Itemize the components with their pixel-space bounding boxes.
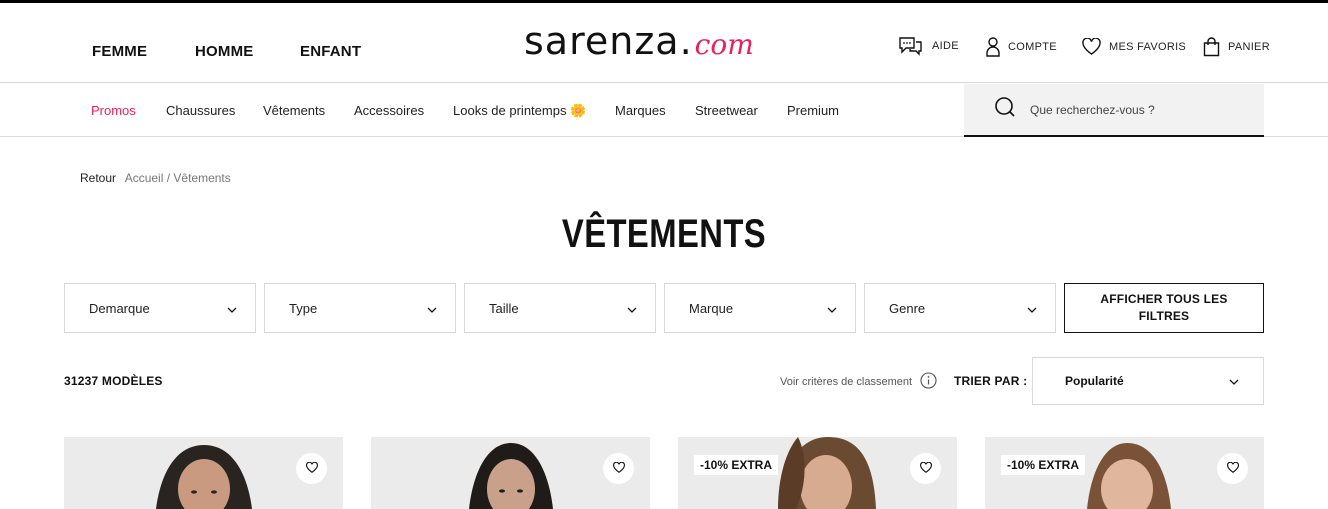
chevron-down-icon bbox=[427, 301, 437, 316]
heart-icon bbox=[612, 460, 625, 478]
page-title: VÊTEMENTS bbox=[561, 212, 767, 256]
favorites-link[interactable]: MES FAVORIS bbox=[1082, 38, 1186, 55]
help-link[interactable]: AIDE bbox=[897, 36, 959, 56]
chevron-down-icon bbox=[827, 301, 837, 316]
nav-chaussures[interactable]: Chaussures bbox=[166, 103, 235, 118]
cart-label: PANIER bbox=[1228, 41, 1270, 53]
ranking-criteria-label: Voir critères de classement bbox=[780, 376, 913, 388]
filter-marque[interactable]: Marque bbox=[664, 283, 856, 333]
filter-label: Genre bbox=[889, 300, 926, 316]
nav-femme[interactable]: FEMME bbox=[92, 43, 147, 60]
heart-icon bbox=[1082, 38, 1101, 55]
user-icon bbox=[986, 37, 1000, 57]
nav-homme[interactable]: HOMME bbox=[195, 43, 254, 60]
filter-label: Type bbox=[289, 300, 318, 316]
chevron-down-icon bbox=[627, 301, 637, 316]
add-to-favorites-button[interactable] bbox=[910, 453, 941, 484]
logo-com-text: com bbox=[694, 28, 754, 61]
product-card[interactable] bbox=[371, 437, 650, 509]
nav-accessoires[interactable]: Accessoires bbox=[354, 103, 424, 118]
filter-label: Demarque bbox=[89, 300, 150, 316]
product-card[interactable]: -10% EXTRA bbox=[985, 437, 1264, 509]
filter-genre[interactable]: Genre bbox=[864, 283, 1056, 333]
site-header: FEMME HOMME ENFANT sarenza. com AIDE COM… bbox=[0, 3, 1328, 83]
sort-label: TRIER PAR : bbox=[954, 374, 1028, 388]
account-link[interactable]: COMPTE bbox=[986, 37, 1057, 57]
nav-marques[interactable]: Marques bbox=[615, 103, 666, 118]
discount-badge: -10% EXTRA bbox=[1001, 455, 1086, 475]
breadcrumb-back[interactable]: Retour bbox=[80, 171, 116, 185]
search-input[interactable] bbox=[1030, 102, 1250, 117]
logo-text: sarenza. bbox=[524, 19, 693, 63]
breadcrumb-home[interactable]: Accueil bbox=[125, 171, 164, 185]
sort-value: Popularité bbox=[1065, 374, 1124, 388]
product-card[interactable] bbox=[64, 437, 343, 509]
search-bar[interactable] bbox=[964, 84, 1264, 137]
nav-vetements[interactable]: Vêtements bbox=[263, 103, 325, 118]
show-all-filters-button[interactable]: AFFICHER TOUS LES FILTRES bbox=[1064, 283, 1264, 333]
help-label: AIDE bbox=[932, 40, 959, 52]
results-count: 31237 MODÈLES bbox=[64, 374, 163, 388]
nav-looks-printemps[interactable]: Looks de printemps 🌼 bbox=[453, 103, 586, 119]
heart-icon bbox=[305, 460, 318, 478]
cart-link[interactable]: PANIER bbox=[1203, 37, 1270, 57]
breadcrumb-current: / Vêtements bbox=[166, 171, 231, 185]
category-nav: Promos Chaussures Vêtements Accessoires … bbox=[0, 84, 1328, 137]
filter-taille[interactable]: Taille bbox=[464, 283, 656, 333]
filter-type[interactable]: Type bbox=[264, 283, 456, 333]
site-logo[interactable]: sarenza. com bbox=[524, 21, 754, 61]
filter-demarque[interactable]: Demarque bbox=[64, 283, 256, 333]
info-icon bbox=[920, 372, 937, 392]
product-card[interactable]: -10% EXTRA bbox=[678, 437, 957, 509]
chat-bubble-icon bbox=[897, 36, 924, 56]
favorites-label: MES FAVORIS bbox=[1109, 40, 1187, 53]
sort-select[interactable]: Popularité bbox=[1032, 357, 1264, 405]
discount-badge: -10% EXTRA bbox=[694, 455, 779, 475]
heart-icon bbox=[919, 460, 932, 478]
ranking-criteria-link[interactable]: Voir critères de classement bbox=[780, 372, 937, 392]
shopping-bag-icon bbox=[1203, 37, 1220, 57]
chevron-down-icon bbox=[1229, 374, 1239, 388]
nav-streetwear[interactable]: Streetwear bbox=[695, 103, 758, 118]
filter-label: Taille bbox=[489, 300, 519, 316]
search-icon[interactable] bbox=[994, 96, 1030, 123]
nav-enfant[interactable]: ENFANT bbox=[300, 43, 361, 60]
chevron-down-icon bbox=[227, 301, 237, 316]
nav-promos[interactable]: Promos bbox=[91, 103, 136, 118]
add-to-favorites-button[interactable] bbox=[1217, 453, 1248, 484]
account-label: COMPTE bbox=[1008, 41, 1057, 53]
breadcrumb: Retour Accueil / Vêtements bbox=[80, 171, 231, 185]
nav-premium[interactable]: Premium bbox=[787, 103, 839, 118]
add-to-favorites-button[interactable] bbox=[296, 453, 327, 484]
chevron-down-icon bbox=[1027, 301, 1037, 316]
filter-label: Marque bbox=[689, 300, 734, 316]
heart-icon bbox=[1226, 460, 1239, 478]
add-to-favorites-button[interactable] bbox=[603, 453, 634, 484]
